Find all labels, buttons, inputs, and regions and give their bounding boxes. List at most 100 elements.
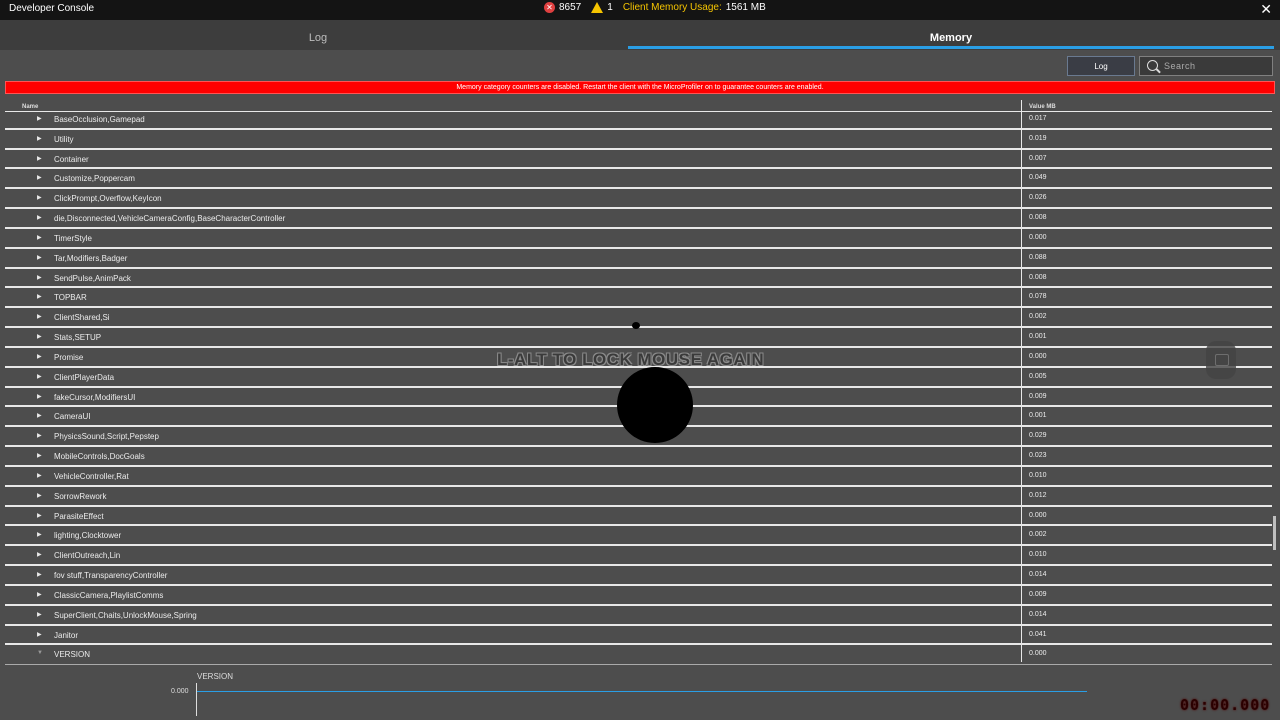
expand-arrow-icon[interactable]: ▶: [37, 631, 42, 638]
expand-arrow-icon[interactable]: ▶: [37, 234, 42, 241]
expand-arrow-icon[interactable]: ▶: [37, 531, 42, 538]
row-name: Utility: [54, 134, 74, 144]
table-row[interactable]: ▶ ClassicCamera,PlaylistComms 0.009: [5, 586, 1272, 606]
row-value: 0.010: [1029, 471, 1047, 479]
table-row[interactable]: ▶ ClientOutreach,Lin 0.010: [5, 546, 1272, 567]
table-row[interactable]: ▶ MobileControls,DocGoals 0.023: [5, 447, 1272, 467]
expand-arrow-icon[interactable]: ▶: [37, 452, 42, 459]
camera-icon[interactable]: [1206, 341, 1236, 379]
row-value: 0.001: [1029, 412, 1047, 420]
row-name: die,Disconnected,VehicleCameraConfig,Bas…: [54, 214, 286, 224]
active-tab-indicator: [628, 46, 1274, 49]
table-row[interactable]: ▶ Stats,SETUP 0.001: [5, 328, 1272, 348]
expand-arrow-icon[interactable]: ▶: [37, 353, 42, 360]
table-row[interactable]: ▶ BaseOcclusion,Gamepad 0.017: [5, 110, 1272, 130]
expand-arrow-icon[interactable]: ▶: [37, 333, 42, 340]
row-name: ClickPrompt,Overflow,KeyIcon: [54, 194, 162, 204]
warning-count[interactable]: 1: [607, 2, 613, 13]
collapse-arrow-icon[interactable]: ▼: [37, 650, 43, 656]
row-value: 0.000: [1029, 233, 1047, 241]
search-input[interactable]: [1164, 59, 1268, 73]
tab-log[interactable]: Log: [0, 20, 636, 50]
row-name: Promise: [54, 352, 84, 362]
row-value: 0.007: [1029, 154, 1047, 162]
table-row[interactable]: ▶ lighting,Clocktower 0.002: [5, 526, 1272, 547]
table-row[interactable]: ▶ TimerStyle 0.000: [5, 229, 1272, 249]
expand-arrow-icon[interactable]: ▶: [37, 432, 42, 439]
row-value: 0.008: [1029, 214, 1047, 222]
expand-arrow-icon[interactable]: ▶: [37, 492, 42, 499]
row-value: 0.000: [1029, 650, 1047, 658]
row-value: 0.005: [1029, 372, 1047, 380]
expand-arrow-icon[interactable]: ▶: [37, 393, 42, 400]
expand-arrow-icon[interactable]: ▶: [37, 412, 42, 419]
expand-arrow-icon[interactable]: ▶: [37, 313, 42, 320]
expand-arrow-icon[interactable]: ▶: [37, 274, 42, 281]
error-icon[interactable]: ✕: [544, 2, 555, 13]
table-row[interactable]: ▶ Utility 0.019: [5, 130, 1272, 150]
error-count[interactable]: 8657: [559, 2, 581, 13]
table-row[interactable]: ▶ fov stuff,TransparencyController 0.014: [5, 566, 1272, 586]
table-row[interactable]: ▶ ClickPrompt,Overflow,KeyIcon 0.026: [5, 189, 1272, 210]
table-row[interactable]: ▶ Janitor 0.041: [5, 626, 1272, 646]
mouse-cursor: [617, 367, 693, 443]
expand-arrow-icon[interactable]: ▶: [37, 591, 42, 598]
search-box[interactable]: [1139, 56, 1273, 76]
close-icon[interactable]: ✕: [1260, 1, 1272, 18]
row-name: Tar,Modifiers,Badger: [54, 253, 128, 263]
title-bar: Developer Console ✕ 8657 1 Client Memory…: [0, 0, 1280, 20]
row-name: SuperClient,Chaits,UnlockMouse,Spring: [54, 610, 197, 620]
row-name: ParasiteEffect: [54, 511, 104, 521]
row-name: VehicleController,Rat: [54, 471, 129, 481]
row-name: ClientOutreach,Lin: [54, 551, 121, 561]
row-name: ClassicCamera,PlaylistComms: [54, 590, 164, 600]
row-value: 0.002: [1029, 313, 1047, 321]
expand-arrow-icon[interactable]: ▶: [37, 155, 42, 162]
row-value: 0.001: [1029, 333, 1047, 341]
expand-arrow-icon[interactable]: ▶: [37, 194, 42, 201]
table-row[interactable]: ▶ ParasiteEffect 0.000: [5, 507, 1272, 527]
table-row[interactable]: ▼ VERSION 0.000: [5, 645, 1272, 666]
expand-arrow-icon[interactable]: ▶: [37, 293, 42, 300]
expand-arrow-icon[interactable]: ▶: [37, 115, 42, 122]
console-stats: ✕ 8657 1 Client Memory Usage: 1561 MB: [544, 2, 766, 13]
expand-arrow-icon[interactable]: ▶: [37, 551, 42, 558]
expand-arrow-icon[interactable]: ▶: [37, 611, 42, 618]
warning-icon[interactable]: [591, 2, 604, 13]
table-row[interactable]: ▶ Container 0.007: [5, 150, 1272, 170]
expand-arrow-icon[interactable]: ▶: [37, 254, 42, 261]
expand-arrow-icon[interactable]: ▶: [37, 472, 42, 479]
expand-arrow-icon[interactable]: ▶: [37, 571, 42, 578]
row-name: PhysicsSound,Script,Pepstep: [54, 432, 159, 442]
row-value: 0.023: [1029, 452, 1047, 460]
row-name: SendPulse,AnimPack: [54, 273, 131, 283]
table-row[interactable]: ▶ Tar,Modifiers,Badger 0.088: [5, 249, 1272, 269]
table-row[interactable]: ▶ Customize,Poppercam 0.049: [5, 169, 1272, 190]
row-value: 0.009: [1029, 392, 1047, 400]
row-name: TimerStyle: [54, 233, 92, 243]
log-dropdown-button[interactable]: Log: [1067, 56, 1135, 76]
expand-arrow-icon[interactable]: ▶: [37, 373, 42, 380]
expand-arrow-icon[interactable]: ▶: [37, 214, 42, 221]
row-value: 0.019: [1029, 134, 1047, 142]
row-name: MobileControls,DocGoals: [54, 452, 145, 462]
row-value: 0.088: [1029, 253, 1047, 261]
column-divider: [1021, 100, 1022, 662]
row-value: 0.000: [1029, 352, 1047, 360]
row-value: 0.014: [1029, 610, 1047, 618]
table-row[interactable]: ▶ SendPulse,AnimPack 0.008: [5, 269, 1272, 289]
row-value: 0.009: [1029, 590, 1047, 598]
scrollbar-thumb[interactable]: [1273, 516, 1276, 550]
row-value: 0.012: [1029, 491, 1047, 499]
expand-arrow-icon[interactable]: ▶: [37, 512, 42, 519]
table-row[interactable]: ▶ SuperClient,Chaits,UnlockMouse,Spring 0.…: [5, 606, 1272, 626]
row-value: 0.041: [1029, 630, 1047, 638]
expand-arrow-icon[interactable]: ▶: [37, 135, 42, 142]
table-row[interactable]: ▶ SorrowRework 0.012: [5, 487, 1272, 507]
window-title: Developer Console: [9, 3, 95, 14]
row-value: 0.008: [1029, 273, 1047, 281]
expand-arrow-icon[interactable]: ▶: [37, 174, 42, 181]
table-row[interactable]: ▶ die,Disconnected,VehicleCameraConfig,Ba…: [5, 209, 1272, 229]
table-row[interactable]: ▶ TOPBAR 0.078: [5, 288, 1272, 309]
table-row[interactable]: ▶ VehicleController,Rat 0.010: [5, 467, 1272, 487]
